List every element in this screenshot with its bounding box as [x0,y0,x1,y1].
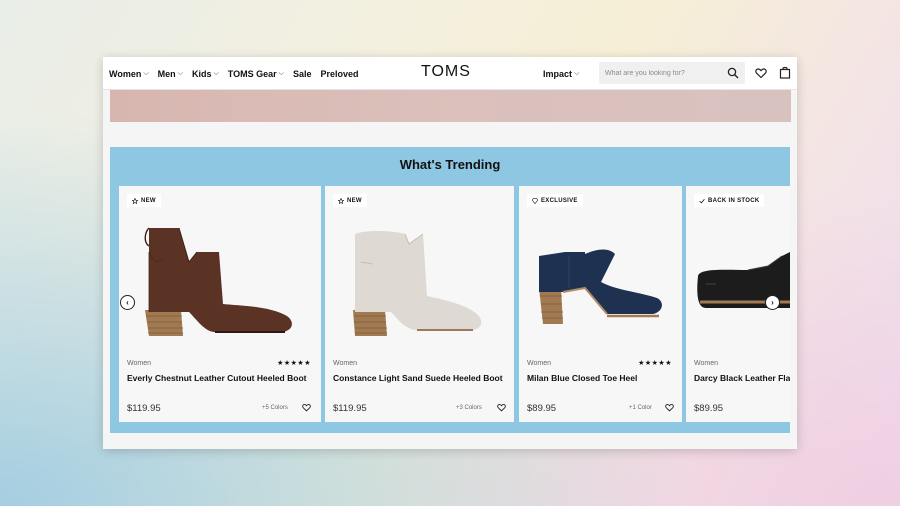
product-category: Women [527,360,551,367]
carousel-prev-button[interactable]: ‹ [120,295,135,310]
rating-stars: ★★★★★ [638,360,672,367]
heart-icon[interactable] [755,67,767,79]
nav-women[interactable]: Women ⌵ [109,69,149,79]
product-name[interactable]: Darcy Black Leather Flat [694,373,790,383]
heart-icon[interactable] [497,403,506,412]
product-price: $119.95 [127,403,161,414]
nav-toms-gear[interactable]: TOMS Gear ⌵ [228,69,284,79]
site-header: Women ⌵ Men ⌵ Kids ⌵ TOMS Gear ⌵ Sale Prelov… [103,57,797,90]
whats-trending-section: What's Trending NEW Women ★★★★★ Everly C… [110,147,790,433]
main-nav: Women ⌵ Men ⌵ Kids ⌵ TOMS Gear ⌵ Sale Prelov… [109,57,359,90]
search-input[interactable] [599,69,719,77]
nav-impact[interactable]: Impact ⌵ [543,57,579,90]
diamond-icon [532,197,538,204]
toms-logo[interactable]: TOMS [421,63,471,81]
search-icon[interactable] [727,67,739,79]
product-price: $89.95 [694,403,724,414]
product-image[interactable] [686,212,790,342]
carousel-next-button[interactable]: › [765,295,780,310]
chevron-down-icon: ⌵ [278,69,284,77]
search-bar [599,62,745,84]
badge-exclusive: EXCLUSIVE [527,194,583,207]
product-card[interactable]: EXCLUSIVE Women ★★★★★ Milan Blue Closed … [519,186,682,422]
product-image[interactable] [519,212,682,342]
star-icon [338,197,344,204]
badge-back-in-stock: BACK IN STOCK [694,194,765,207]
heart-icon[interactable] [665,403,674,412]
chevron-down-icon: ⌵ [177,69,183,77]
nav-preloved[interactable]: Preloved [320,69,358,79]
chevron-down-icon: ⌵ [213,69,219,77]
product-image[interactable] [119,212,321,342]
bag-icon[interactable] [779,66,791,79]
color-count[interactable]: +1 Color [629,405,652,411]
product-image[interactable] [325,212,514,342]
product-card[interactable]: NEW Women Constance Light Sand Suede Hee… [325,186,514,422]
product-price: $119.95 [333,403,367,414]
promo-banner[interactable] [110,90,791,122]
browser-window: Women ⌵ Men ⌵ Kids ⌵ TOMS Gear ⌵ Sale Prelov… [103,57,797,449]
product-category: Women [127,360,151,367]
chevron-down-icon: ⌵ [574,69,580,77]
product-price: $89.95 [527,403,557,414]
product-name[interactable]: Milan Blue Closed Toe Heel [527,373,637,383]
nav-kids[interactable]: Kids ⌵ [192,69,219,79]
heart-icon[interactable] [302,403,311,412]
product-name[interactable]: Everly Chestnut Leather Cutout Heeled Bo… [127,373,306,383]
product-card[interactable]: NEW Women ★★★★★ Everly Chestnut Leather … [119,186,321,422]
color-count[interactable]: +5 Colors [262,405,288,411]
star-icon [132,197,138,204]
badge-new: NEW [333,194,367,207]
check-icon [699,198,705,203]
rating-stars: ★★★★★ [277,360,311,367]
color-count[interactable]: +3 Colors [456,405,482,411]
nav-sale[interactable]: Sale [293,69,312,79]
badge-new: NEW [127,194,161,207]
nav-men[interactable]: Men ⌵ [158,69,183,79]
chevron-down-icon: ⌵ [143,69,149,77]
product-name[interactable]: Constance Light Sand Suede Heeled Boot [333,373,503,383]
section-title: What's Trending [399,157,501,172]
product-category: Women [694,360,718,367]
product-category: Women [333,360,357,367]
